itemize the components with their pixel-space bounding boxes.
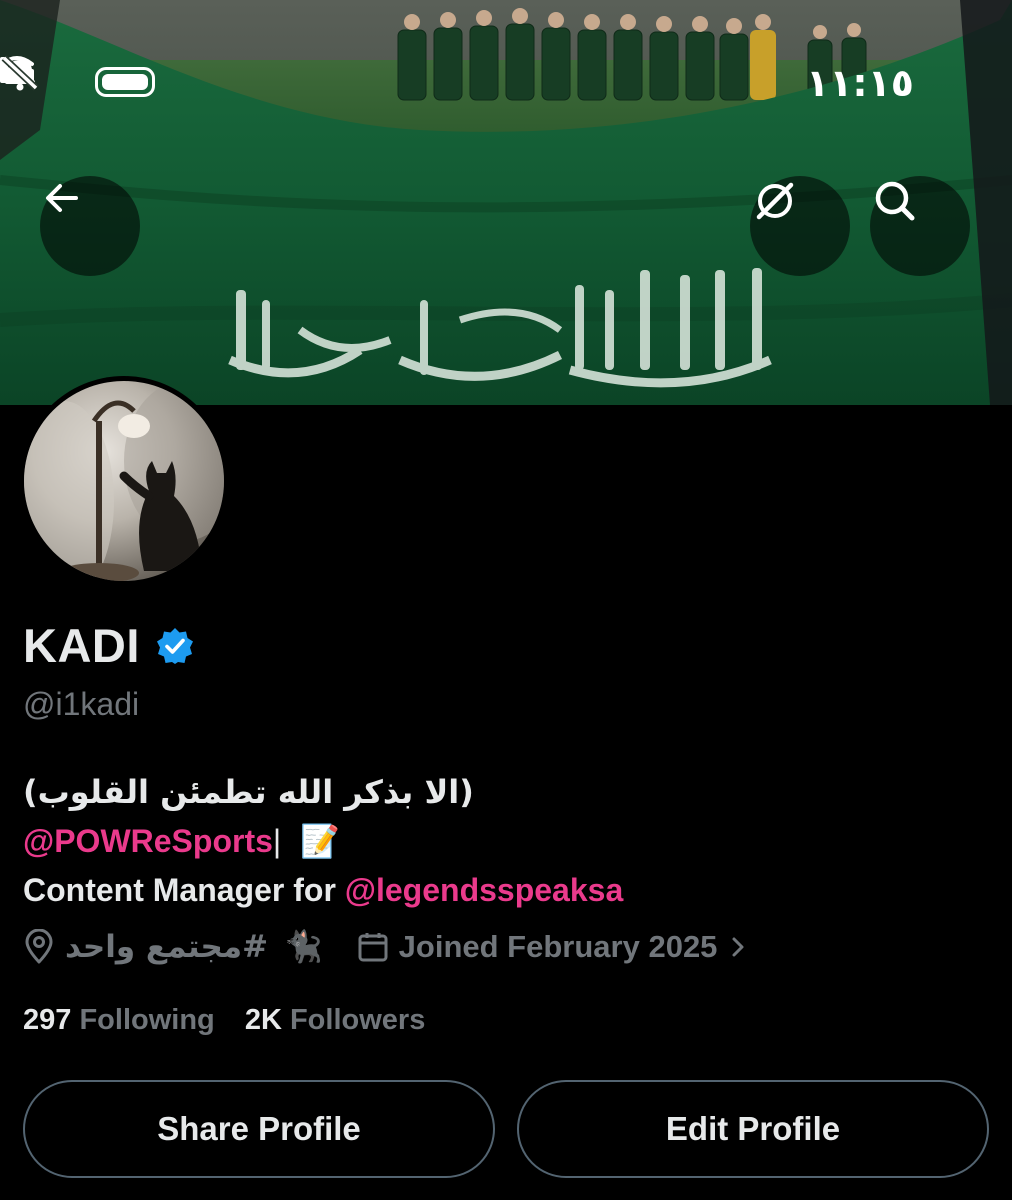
location-text: #مجتمع واحد: [65, 928, 269, 965]
joined-item[interactable]: Joined February 2025: [357, 929, 750, 965]
arrow-left-icon: [46, 184, 78, 212]
bio-role-text: Content Manager for: [23, 872, 345, 908]
avatar-image: [24, 381, 224, 581]
back-button[interactable]: [40, 176, 140, 276]
memo-emoji: 📝: [300, 822, 340, 860]
display-name: KADI: [23, 619, 140, 672]
bio-line-mention: @POWReSports| 📝: [23, 817, 623, 866]
followers-count: 2K: [244, 1004, 282, 1036]
profile-avatar[interactable]: [19, 376, 229, 586]
followers-link[interactable]: 2K Followers: [245, 1004, 426, 1036]
search-button[interactable]: [870, 176, 970, 276]
chevron-right-icon: [732, 937, 744, 956]
mention-link-powresports[interactable]: @POWReSports: [23, 823, 273, 859]
grok-icon: [756, 182, 794, 220]
location-pin-icon: [25, 928, 53, 963]
profile-bio: (الا بذكر الله تطمئن القلوب) @POWReSport…: [23, 768, 623, 915]
bio-separator: |: [272, 823, 282, 859]
mention-link-legendsspeaksa[interactable]: @legendsspeaksa: [345, 872, 623, 908]
followers-label: Followers: [289, 1004, 426, 1036]
follow-stats: 297 Following 2K Followers: [23, 1004, 425, 1037]
joined-date-text: Joined February 2025: [398, 928, 718, 964]
bell-off-icon: [1, 55, 39, 91]
profile-name-row: KADI: [23, 618, 194, 673]
black-cat-emoji: 🐈‍⬛: [284, 929, 323, 965]
following-count: 297: [23, 1004, 72, 1036]
location-item: #مجتمع واحد 🐈‍⬛: [23, 928, 323, 965]
profile-banner[interactable]: ١١:١٥: [0, 0, 1012, 405]
share-profile-button[interactable]: Share Profile: [23, 1080, 495, 1178]
bio-line-quote: (الا بذكر الله تطمئن القلوب): [23, 768, 623, 817]
battery-icon: [95, 67, 155, 97]
grok-button[interactable]: [750, 176, 850, 276]
following-label: Following: [79, 1004, 215, 1036]
bio-quote-text: (الا بذكر الله تطمئن القلوب): [23, 773, 474, 811]
profile-meta: #مجتمع واحد 🐈‍⬛ Joined February 2025: [23, 928, 749, 965]
search-icon: [875, 181, 915, 221]
bio-line-role: Content Manager for @legendsspeaksa: [23, 866, 623, 915]
username-handle: @i1kadi: [23, 686, 140, 722]
following-link[interactable]: 297 Following: [23, 1004, 223, 1036]
status-time: ١١:١٥: [806, 61, 914, 105]
edit-profile-button[interactable]: Edit Profile: [517, 1080, 989, 1178]
verified-badge-icon[interactable]: [156, 627, 194, 665]
status-bar: ١١:١٥: [0, 55, 1012, 109]
calendar-icon: [358, 932, 388, 961]
